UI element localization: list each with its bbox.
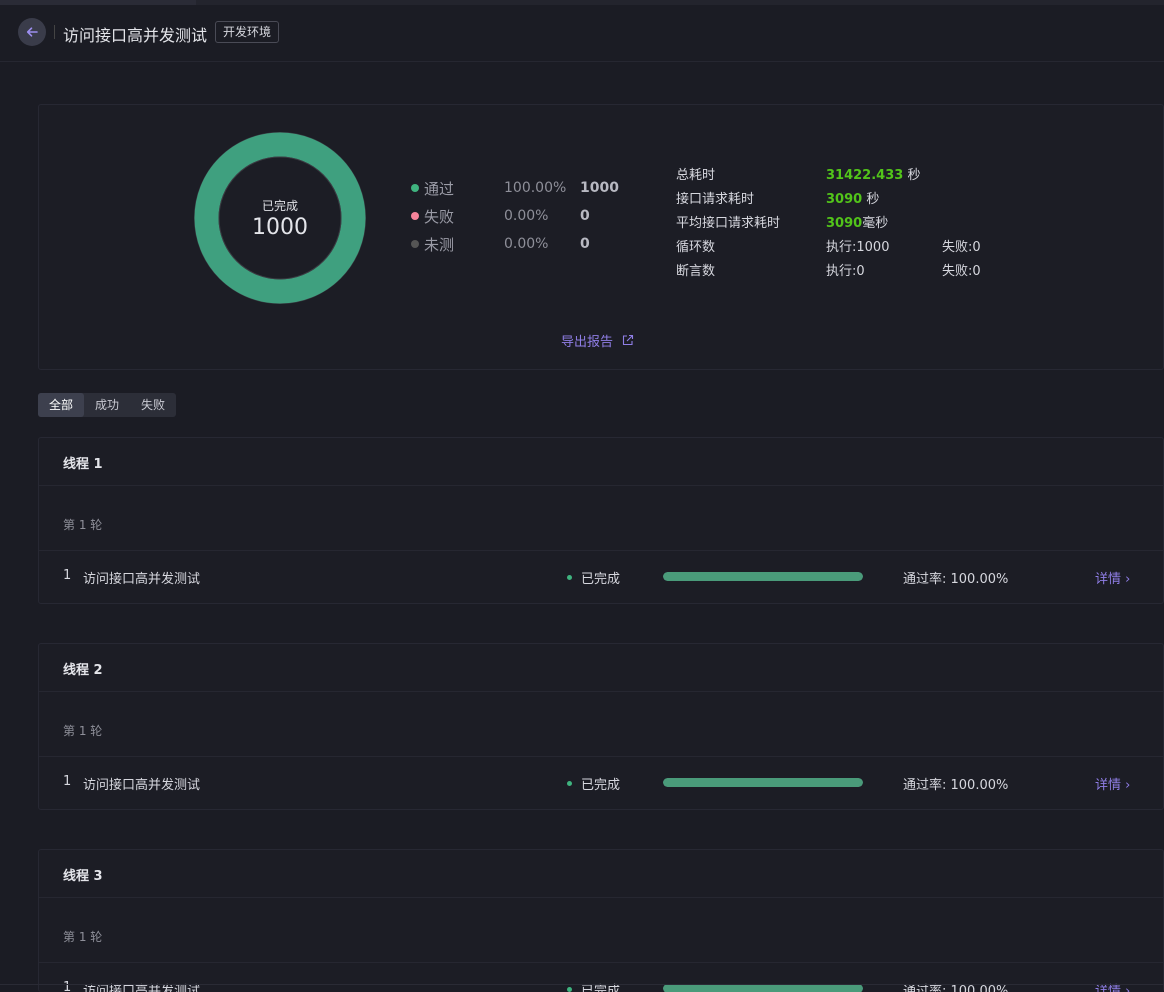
thread-header: 线程 1 bbox=[39, 438, 1163, 486]
stat-value: 3090 秒 bbox=[826, 191, 880, 207]
round-header: 第 1 轮 bbox=[39, 898, 1163, 963]
export-report-link[interactable]: 导出报告 bbox=[561, 331, 634, 350]
legend-count: 1000 bbox=[580, 180, 619, 196]
pass-dot-icon bbox=[411, 184, 419, 192]
tab-success[interactable]: 成功 bbox=[84, 393, 130, 417]
detail-link[interactable]: 详情 › bbox=[1095, 980, 1130, 992]
fail-dot-icon bbox=[411, 212, 419, 220]
back-button[interactable] bbox=[18, 18, 46, 46]
stat-label: 平均接口请求耗时 bbox=[676, 215, 781, 231]
pass-rate: 通过率: 100.00% bbox=[903, 572, 1009, 587]
row-index: 1 bbox=[63, 980, 72, 992]
stat-asserts: 断言数 执行:0 失败:0 bbox=[676, 259, 981, 279]
thread-title: 线程 2 bbox=[63, 663, 103, 678]
legend-untested: 未测 0.00% 0 bbox=[411, 234, 590, 254]
arrow-left-icon bbox=[26, 27, 38, 37]
round-label: 第 1 轮 bbox=[63, 930, 103, 944]
stat-fail: 失败:0 bbox=[942, 263, 981, 279]
row-index: 1 bbox=[63, 568, 72, 583]
tab-failed[interactable]: 失败 bbox=[130, 393, 176, 417]
round-label: 第 1 轮 bbox=[63, 724, 103, 738]
result-filter-tabs: 全部 成功 失败 bbox=[38, 393, 177, 417]
summary-card: 已完成 1000 通过 100.00% 1000 失败 0.00% 0 未测 0… bbox=[38, 104, 1164, 370]
list-item: 1 访问接口高并发测试 已完成 通过率: 100.00% 详情 › bbox=[39, 551, 1163, 603]
environment-badge: 开发环境 bbox=[215, 21, 280, 43]
legend-fail: 失败 0.00% 0 bbox=[411, 206, 590, 226]
stat-value: 3090毫秒 bbox=[826, 215, 889, 231]
legend-pass: 通过 100.00% 1000 bbox=[411, 178, 619, 198]
legend-label: 通过 bbox=[424, 179, 455, 198]
pass-rate: 通过率: 100.00% bbox=[903, 778, 1009, 793]
stat-avg-request-time: 平均接口请求耗时 3090毫秒 bbox=[676, 211, 942, 231]
thread-card: 线程 1 第 1 轮 1 访问接口高并发测试 已完成 通过率: 100.00% … bbox=[38, 437, 1164, 604]
thread-header: 线程 3 bbox=[39, 850, 1163, 898]
legend-percent: 100.00% bbox=[504, 180, 567, 196]
list-item: 1 访问接口高并发测试 已完成 通过率: 100.00% 详情 › bbox=[39, 757, 1163, 809]
round-header: 第 1 轮 bbox=[39, 692, 1163, 757]
donut-total-value: 1000 bbox=[252, 215, 308, 240]
legend-label: 失败 bbox=[424, 207, 455, 226]
stat-fail: 失败:0 bbox=[942, 239, 981, 255]
row-name: 访问接口高并发测试 bbox=[83, 984, 201, 992]
row-status: 已完成 bbox=[567, 980, 620, 992]
stat-label: 循环数 bbox=[676, 239, 716, 255]
stat-exec: 执行:0 bbox=[826, 263, 865, 279]
row-name: 访问接口高并发测试 bbox=[83, 572, 201, 587]
stat-label: 接口请求耗时 bbox=[676, 191, 755, 207]
export-label: 导出报告 bbox=[561, 335, 614, 350]
page-header: 访问接口高并发测试 开发环境 bbox=[0, 5, 1164, 62]
stat-value: 31422.433 秒 bbox=[826, 167, 921, 183]
legend-label: 未测 bbox=[424, 235, 455, 254]
page-title: 访问接口高并发测试 bbox=[63, 26, 208, 45]
stat-total-time: 总耗时 31422.433 秒 bbox=[676, 163, 942, 183]
legend-count: 0 bbox=[580, 236, 590, 252]
row-index: 1 bbox=[63, 774, 72, 789]
thread-card: 线程 3 第 1 轮 1 访问接口高并发测试 已完成 通过率: 100.00% … bbox=[38, 849, 1164, 992]
stat-loops: 循环数 执行:1000 失败:0 bbox=[676, 235, 981, 255]
thread-card: 线程 2 第 1 轮 1 访问接口高并发测试 已完成 通过率: 100.00% … bbox=[38, 643, 1164, 810]
status-dot-icon bbox=[567, 575, 572, 580]
detail-link[interactable]: 详情 › bbox=[1095, 774, 1130, 793]
status-dot-icon bbox=[567, 987, 572, 992]
detail-link[interactable]: 详情 › bbox=[1095, 568, 1130, 587]
stat-exec: 执行:1000 bbox=[826, 239, 890, 255]
round-header: 第 1 轮 bbox=[39, 486, 1163, 551]
list-item: 1 访问接口高并发测试 已完成 通过率: 100.00% 详情 › bbox=[39, 963, 1163, 992]
progress-bar bbox=[663, 984, 863, 992]
row-name: 访问接口高并发测试 bbox=[83, 778, 201, 793]
row-status: 已完成 bbox=[567, 774, 620, 793]
legend-count: 0 bbox=[580, 208, 590, 224]
untested-dot-icon bbox=[411, 240, 419, 248]
stat-label: 总耗时 bbox=[676, 167, 716, 183]
progress-bar bbox=[663, 572, 863, 581]
pass-rate: 通过率: 100.00% bbox=[903, 984, 1009, 992]
external-link-icon bbox=[622, 334, 634, 346]
thread-title: 线程 1 bbox=[63, 457, 103, 472]
status-dot-icon bbox=[567, 781, 572, 786]
stat-label: 断言数 bbox=[676, 263, 716, 279]
tab-all[interactable]: 全部 bbox=[38, 393, 85, 417]
bottom-divider bbox=[0, 984, 1164, 985]
header-divider bbox=[54, 25, 55, 39]
thread-header: 线程 2 bbox=[39, 644, 1163, 692]
donut-status-label: 已完成 bbox=[261, 199, 298, 213]
progress-bar bbox=[663, 778, 863, 787]
stat-request-time: 接口请求耗时 3090 秒 bbox=[676, 187, 942, 207]
row-status: 已完成 bbox=[567, 568, 620, 587]
round-label: 第 1 轮 bbox=[63, 518, 103, 532]
legend-percent: 0.00% bbox=[504, 208, 549, 224]
thread-title: 线程 3 bbox=[63, 869, 103, 884]
legend-percent: 0.00% bbox=[504, 236, 549, 252]
